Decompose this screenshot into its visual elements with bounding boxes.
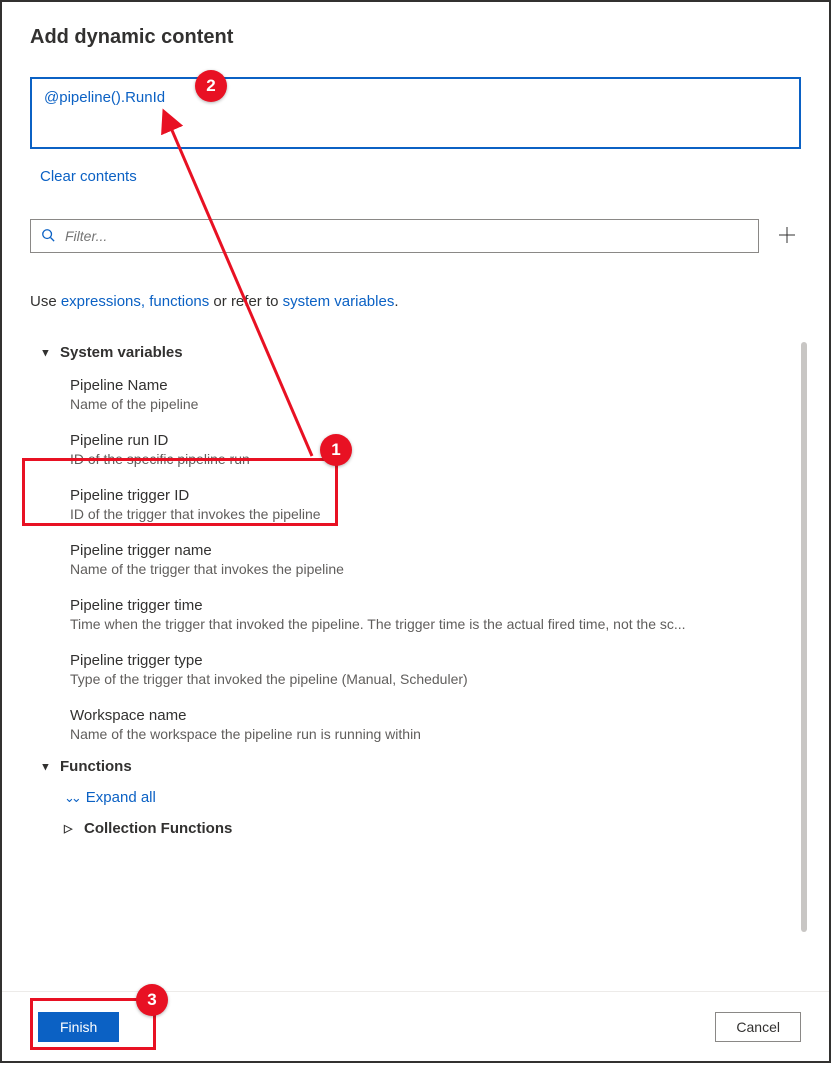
item-title: Pipeline trigger ID — [70, 487, 787, 504]
section-label: Collection Functions — [84, 820, 232, 837]
double-chevron-down-icon: ⌄⌄ — [64, 790, 78, 806]
list-item[interactable]: Pipeline trigger ID ID of the trigger th… — [30, 477, 787, 532]
expand-all-link[interactable]: ⌄⌄ Expand all — [30, 781, 787, 814]
item-desc: Time when the trigger that invoked the p… — [70, 616, 787, 632]
item-desc: Name of the pipeline — [70, 396, 787, 412]
item-desc: Type of the trigger that invoked the pip… — [70, 671, 787, 687]
chevron-down-icon — [40, 761, 52, 773]
section-label: Functions — [60, 758, 132, 775]
item-desc: ID of the specific pipeline run — [70, 451, 787, 467]
cancel-button[interactable]: Cancel — [715, 1012, 801, 1042]
filter-field[interactable] — [30, 219, 759, 253]
item-title: Pipeline trigger time — [70, 597, 787, 614]
item-title: Pipeline Name — [70, 377, 787, 394]
section-functions[interactable]: Functions — [30, 752, 787, 781]
item-desc: Name of the trigger that invokes the pip… — [70, 561, 787, 577]
scrollbar[interactable] — [801, 342, 807, 932]
item-title: Pipeline trigger type — [70, 652, 787, 669]
section-system-variables[interactable]: System variables — [30, 338, 787, 367]
filter-input[interactable] — [63, 227, 748, 245]
item-desc: Name of the workspace the pipeline run i… — [70, 726, 787, 742]
chevron-down-icon — [40, 347, 52, 359]
item-desc: ID of the trigger that invokes the pipel… — [70, 506, 787, 522]
list-item[interactable]: Pipeline trigger type Type of the trigge… — [30, 642, 787, 697]
hint-text: Use expressions, functions or refer to s… — [30, 293, 801, 310]
finish-button[interactable]: Finish — [38, 1012, 119, 1042]
item-title: Pipeline run ID — [70, 432, 787, 449]
footer: Finish Cancel — [2, 991, 829, 1061]
item-title: Workspace name — [70, 707, 787, 724]
callout-badge: 2 — [195, 70, 227, 102]
section-collection-functions[interactable]: Collection Functions — [30, 814, 787, 843]
list-item[interactable]: Pipeline trigger name Name of the trigge… — [30, 532, 787, 587]
callout-badge: 1 — [320, 434, 352, 466]
clear-contents-link[interactable]: Clear contents — [40, 168, 137, 185]
item-title: Pipeline trigger name — [70, 542, 787, 559]
add-button[interactable] — [773, 223, 801, 249]
list-item[interactable]: Pipeline Name Name of the pipeline — [30, 367, 787, 422]
expressions-functions-link[interactable]: expressions, functions — [61, 293, 209, 310]
section-label: System variables — [60, 344, 183, 361]
list-item[interactable]: Workspace name Name of the workspace the… — [30, 697, 787, 752]
chevron-right-icon — [64, 822, 76, 835]
system-variables-link[interactable]: system variables — [283, 293, 395, 310]
list-item[interactable]: Pipeline trigger time Time when the trig… — [30, 587, 787, 642]
search-icon — [41, 228, 55, 245]
list-item[interactable]: Pipeline run ID ID of the specific pipel… — [30, 422, 787, 477]
expression-input[interactable]: @pipeline().RunId — [30, 77, 801, 149]
panel-title: Add dynamic content — [30, 26, 801, 49]
callout-badge: 3 — [136, 984, 168, 1016]
